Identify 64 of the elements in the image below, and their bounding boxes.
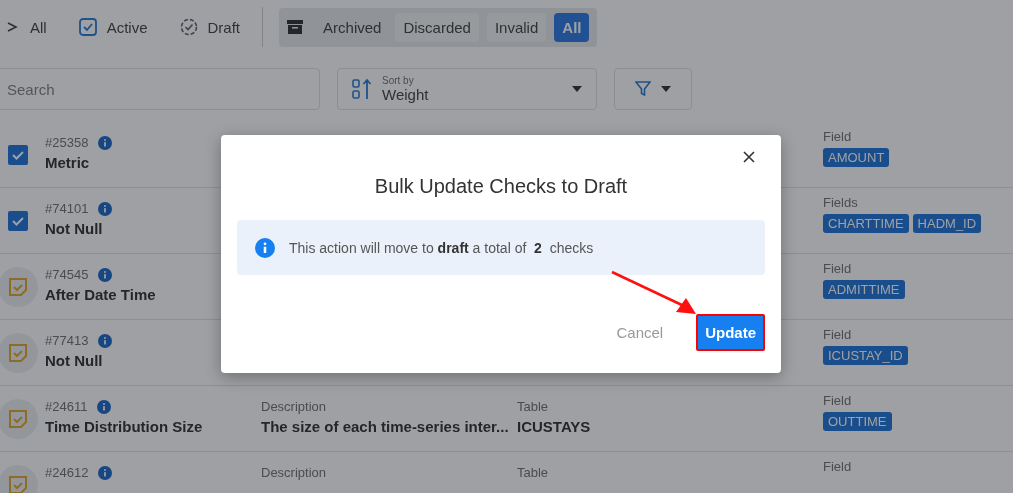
archive-box-icon [287, 19, 304, 35]
checked-note-icon [78, 18, 97, 36]
field-label: Field [823, 261, 853, 276]
filter-button[interactable] [614, 68, 692, 110]
sort-dropdown[interactable]: Sort by Weight [337, 68, 597, 110]
check-name: Not Null [45, 220, 104, 237]
caret-down-icon [572, 86, 582, 92]
field-label: Field [823, 393, 853, 408]
caret-down-icon [661, 86, 671, 92]
table-label: Table [517, 465, 550, 480]
draft-note-icon[interactable] [0, 399, 38, 439]
info-icon [255, 237, 275, 258]
field-tag: CHARTTIME [823, 214, 909, 233]
check-id: #77413 [45, 333, 89, 348]
update-button[interactable]: Update [696, 314, 765, 351]
draft-note-icon[interactable] [0, 267, 38, 307]
field-label: Field [823, 129, 853, 144]
check-id: #74101 [45, 201, 89, 216]
cancel-button[interactable]: Cancel [607, 314, 673, 351]
info-icon [98, 267, 113, 282]
table-name: ICUSTAYS [517, 418, 592, 435]
info-icon [97, 399, 112, 414]
field-tag: HADM_ID [912, 214, 982, 233]
field-tag: ICUSTAY_ID [823, 346, 908, 365]
status-tab[interactable]: Draft [163, 9, 257, 45]
description-text: The size of each time-series inter... [261, 418, 510, 435]
funnel-icon [635, 81, 651, 97]
description-label: Description [261, 399, 328, 414]
dialog-title: Bulk Update Checks to Draft [373, 175, 629, 198]
check-name: Time Distribution Size [45, 418, 204, 435]
check-name: Not Null [45, 352, 104, 369]
field-label: Field [823, 327, 853, 342]
info-icon [98, 201, 113, 216]
field-label: Field [823, 459, 853, 474]
field-tag: OUTTIME [823, 412, 892, 431]
close-button[interactable] [743, 151, 757, 165]
table-label: Table [517, 399, 550, 414]
sort-numeric-icon [352, 78, 372, 100]
archive-filter-option[interactable]: All [554, 12, 590, 42]
description-label: Description [261, 465, 328, 480]
checkbox[interactable] [7, 145, 28, 165]
info-icon [98, 333, 113, 348]
check-id: #24611 [45, 399, 88, 414]
check-id: #74545 [45, 267, 89, 282]
info-icon [98, 135, 113, 150]
info-icon [98, 465, 113, 480]
checkbox[interactable] [7, 211, 28, 231]
field-label: Fields [823, 195, 859, 210]
archive-filter-option[interactable]: Invalid [486, 12, 547, 42]
info-message: This action will move to draft a total of 2 checks [289, 239, 594, 256]
search-field[interactable]: Search [0, 68, 320, 110]
check-name: Metric [45, 154, 91, 171]
status-tab[interactable]: All [0, 9, 63, 45]
archived-label: Archived [323, 18, 382, 36]
check-id: #25358 [45, 135, 89, 150]
check-id: #24612 [45, 465, 89, 480]
dashed-check-circle-icon [179, 18, 198, 36]
check-name: After Date Time [45, 286, 157, 303]
draft-note-icon[interactable] [0, 333, 38, 373]
field-tag: AMOUNT [823, 148, 890, 167]
field-tag: ADMITTIME [823, 280, 905, 299]
archive-filter-option[interactable]: Discarded [395, 12, 479, 42]
close-icon [743, 151, 755, 163]
status-tab[interactable]: Active [62, 9, 164, 45]
